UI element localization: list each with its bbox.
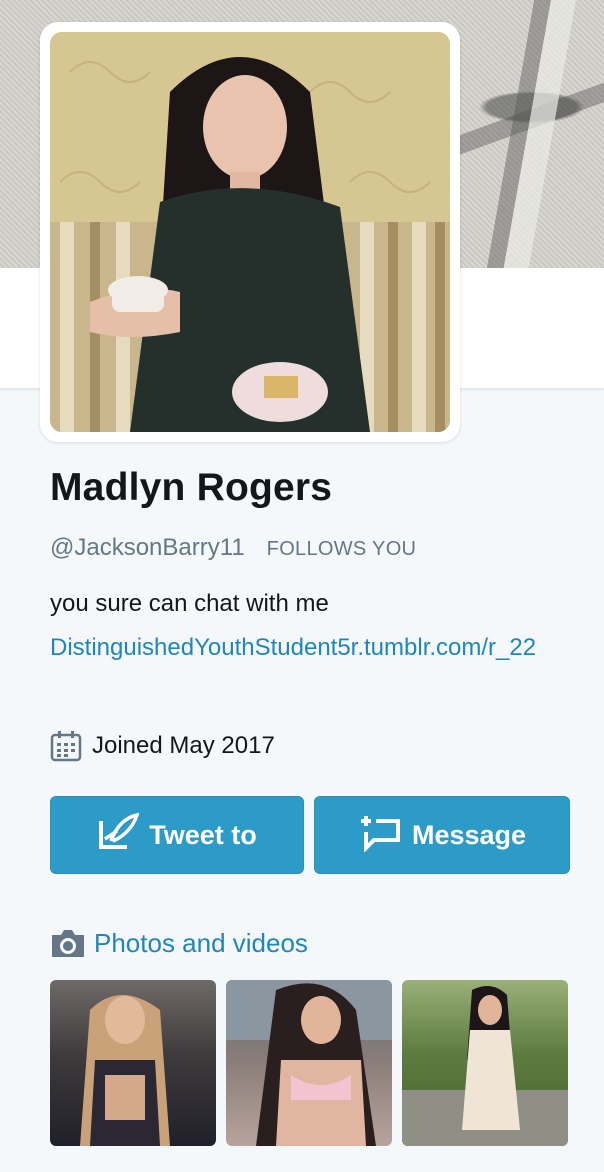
photos-and-videos-link[interactable]: Photos and videos (50, 928, 308, 959)
avatar-photo (50, 32, 450, 432)
message-button[interactable]: Message (314, 796, 570, 874)
profile-handle[interactable]: @JacksonBarry11 (50, 534, 245, 562)
camera-icon (50, 929, 86, 959)
profile-avatar[interactable] (40, 22, 460, 442)
media-thumbnail[interactable] (402, 980, 568, 1146)
message-label: Message (411, 819, 527, 850)
media-thumbnails (50, 980, 570, 1146)
follows-you-badge: FOLLOWS YOU (266, 538, 417, 560)
photos-and-videos-label: Photos and videos (94, 928, 308, 958)
tweet-to-button[interactable]: Tweet to (50, 796, 304, 874)
profile-bio: you sure can chat with me (50, 590, 329, 617)
calendar-icon (50, 730, 82, 762)
profile-name: Madlyn Rogers (50, 466, 333, 509)
joined-date: Joined May 2017 (92, 732, 275, 759)
handle-row: @JacksonBarry11 FOLLOWS YOU (50, 534, 416, 562)
tweet-to-label: Tweet to (149, 819, 257, 850)
joined-date-row: Joined May 2017 (50, 730, 275, 762)
compose-quill-icon (97, 812, 149, 858)
media-thumbnail[interactable] (50, 980, 216, 1146)
new-message-icon (358, 812, 412, 859)
media-thumbnail[interactable] (226, 980, 392, 1146)
profile-website-link[interactable]: DistinguishedYouthStudent5r.tumblr.com/r… (50, 628, 580, 668)
